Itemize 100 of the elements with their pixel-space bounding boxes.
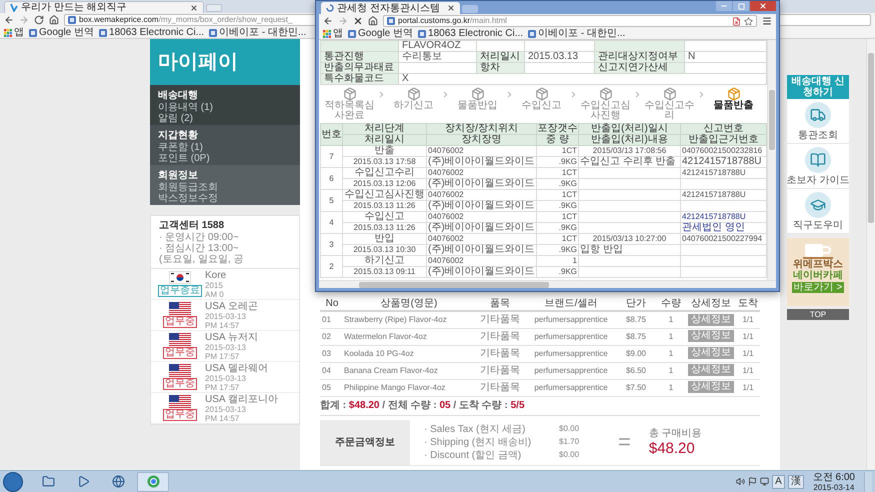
sidebar-link[interactable]: 이용내역 (1) <box>158 102 213 113</box>
sidebar-link[interactable]: 박스정보수정 <box>158 193 218 204</box>
star-icon[interactable] <box>744 16 753 26</box>
table-cell: 수입신고수리 <box>342 168 426 178</box>
support-title: 고객센터 1588 <box>159 219 224 232</box>
close-icon <box>759 2 767 10</box>
column-header: No <box>320 297 344 311</box>
table-cell: 관세법인 영인 <box>680 222 766 234</box>
table-cell: 기타품목 <box>474 311 526 328</box>
field-label: 항차 <box>476 62 524 74</box>
stop-button[interactable] <box>353 16 363 26</box>
sidebar-link[interactable]: 쿠폰함 (1) <box>158 142 203 153</box>
table-cell: 2015.03.13 12:06 <box>342 178 426 190</box>
table-cell: 1 <box>656 345 686 362</box>
home-button[interactable] <box>368 16 378 26</box>
page-icon <box>418 30 426 38</box>
close-tab-icon[interactable] <box>446 4 455 12</box>
fee-label: · Shipping (현지 배송비) <box>424 436 532 448</box>
table-cell: 04076002 <box>426 256 536 266</box>
table-cell: Watermelon Flavor-4oz <box>344 328 474 345</box>
close-button[interactable] <box>750 1 776 11</box>
column-header: 처리단계 <box>342 124 426 134</box>
column-header: 브랜드/셀러 <box>526 297 616 311</box>
table-cell: $7.50 <box>616 379 656 396</box>
flag-icon[interactable] <box>748 477 758 486</box>
table-cell: .9KG <box>536 222 578 234</box>
close-tab-icon[interactable] <box>190 4 198 12</box>
bookmark-link[interactable]: 18063 Electronic Ci... <box>418 28 524 39</box>
bookmark-link[interactable]: 18063 Electronic Ci... <box>99 27 204 38</box>
table-cell: 4212415718788U <box>680 212 766 222</box>
page-icon <box>68 16 76 24</box>
bookmark-link[interactable]: 앱 <box>323 28 343 39</box>
page-icon <box>387 17 395 25</box>
home-button[interactable] <box>49 15 59 25</box>
center-time: AM 0 <box>205 290 224 299</box>
field-label: 처리일시 <box>476 52 524 62</box>
top-button[interactable]: TOP <box>787 309 849 320</box>
step-label: 물품반입 <box>458 101 498 111</box>
table-cell: 03 <box>320 345 344 362</box>
table-cell: 04 <box>320 362 344 379</box>
table-cell: 하기신고 <box>342 256 426 266</box>
back-button[interactable] <box>4 15 14 25</box>
column-header: 중 량 <box>536 134 578 146</box>
box-icon <box>662 87 676 101</box>
section-heading: 회원정보 <box>158 169 198 182</box>
column-header: 상품명(영문) <box>344 297 474 311</box>
status-badge: 업무중 <box>163 347 197 359</box>
center-time: PM 14:57 <box>205 414 240 423</box>
start-button[interactable] <box>3 472 23 492</box>
sidebar-title: 마이페이 <box>158 50 238 75</box>
spinner-icon <box>326 4 334 12</box>
taskbar-button[interactable] <box>137 472 169 492</box>
quick-menu-item[interactable]: 통관조회 <box>787 99 849 144</box>
center-name: USA 오레곤 <box>205 302 258 312</box>
table-cell: 1 <box>536 256 578 266</box>
center-time: PM 14:57 <box>205 321 240 330</box>
step-label: 하기신고 <box>394 101 434 111</box>
column-header: 장치장/장치위치 <box>426 124 536 134</box>
quick-menu-item[interactable]: 초보자 가이드 <box>787 144 849 189</box>
menu-icon[interactable] <box>762 16 772 26</box>
volume-icon[interactable] <box>736 477 746 486</box>
sidebar-link[interactable]: 포인트 (0P) <box>158 153 210 164</box>
table-cell: perfumersapprentice <box>526 379 616 396</box>
table-cell: 기타품목 <box>474 328 526 345</box>
bookmark-link[interactable]: 이베이포 - 대한민... <box>209 27 306 38</box>
center-date: 2015-03-13 <box>205 312 246 321</box>
table-cell: 040760021500227994 <box>680 234 766 244</box>
table-cell: .9KG <box>536 200 578 212</box>
table-cell: 3 <box>320 234 342 256</box>
step-label: 수입신고 <box>522 101 562 111</box>
clock-time: 오전 6:00 <box>812 472 855 482</box>
ime-indicator[interactable]: A <box>772 474 785 488</box>
field-label: 반출의무과태료 <box>320 62 398 74</box>
table-cell: 6 <box>320 168 342 190</box>
quick-menu-item[interactable]: 직구도우미 <box>787 189 849 234</box>
step-label: 수입신고수리 <box>644 101 696 121</box>
table-cell: $8.75 <box>616 328 656 345</box>
bookmark-link[interactable]: 이베이포 - 대한민... <box>528 28 626 39</box>
banner-text: 네이버카페 <box>793 270 843 281</box>
address-field[interactable]: portal.customs.go.kr/main.html <box>383 15 757 27</box>
bookmark-link[interactable]: 앱 <box>4 27 24 38</box>
bookmark-link[interactable]: Google 번역 <box>29 27 94 38</box>
reload-button[interactable] <box>34 15 44 25</box>
center-date: 2015-03-13 <box>205 405 246 414</box>
step-label: 수입신고심사진행 <box>580 101 632 121</box>
table-cell: 04076002 <box>426 146 536 156</box>
sidebar-link[interactable]: 알림 (2) <box>158 113 193 124</box>
column-header: 처리일시 <box>342 134 426 146</box>
table-cell: (주)베이아이월드와이드 <box>426 178 536 190</box>
ime-indicator[interactable]: 漢 <box>788 474 804 488</box>
back-button[interactable] <box>323 16 333 26</box>
status-badge: 업무종료 <box>158 285 202 297</box>
fee-label: · Sales Tax (현지 세금) <box>424 422 526 436</box>
bookmark-link[interactable]: Google 번역 <box>348 28 414 39</box>
table-cell: 05 <box>320 379 344 396</box>
table-cell: .9KG <box>536 156 578 168</box>
sidebar-link[interactable]: 회원등급조회 <box>158 182 218 193</box>
browser-tab[interactable]: 우리가 만드는 해외직구 <box>4 1 204 13</box>
column-header: 단가 <box>616 297 656 311</box>
browser-tab[interactable]: 관세청 전자통관시스템 <box>321 2 460 14</box>
